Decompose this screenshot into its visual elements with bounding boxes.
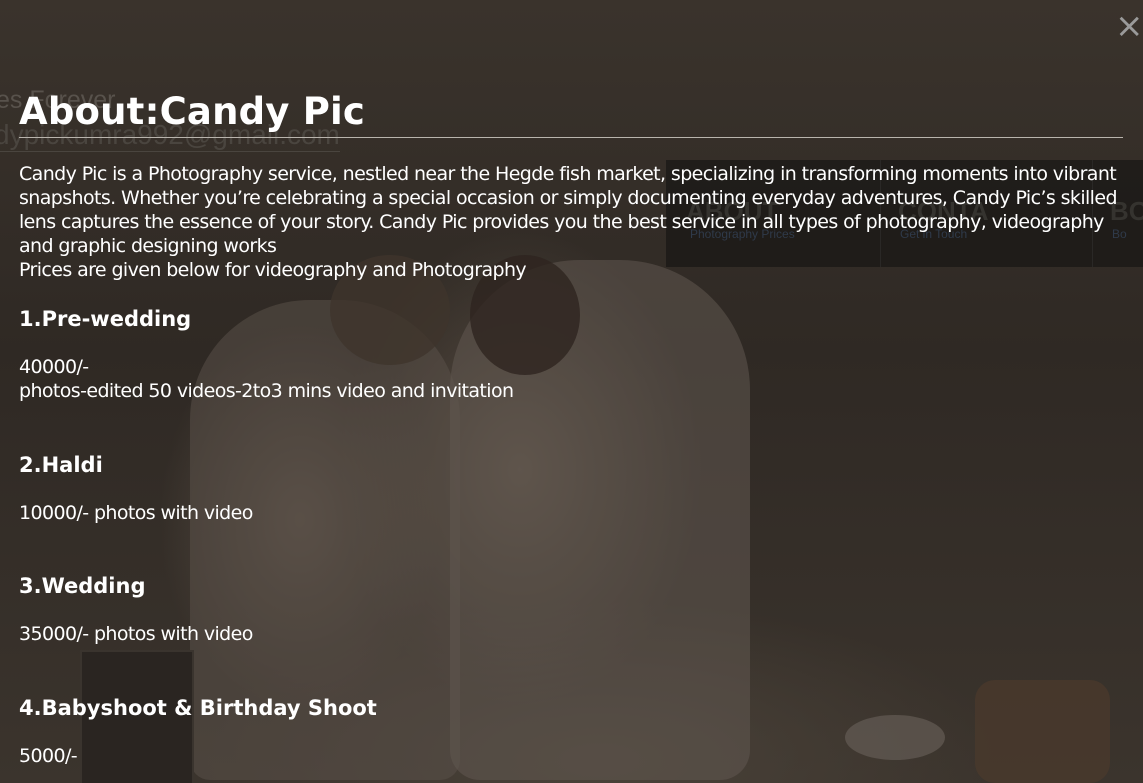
- package-price-prewedding: 40000/-: [19, 356, 89, 378]
- package-title-prewedding: 1.Pre-wedding: [19, 307, 192, 331]
- package-title-haldi: 2.Haldi: [19, 453, 103, 477]
- close-icon[interactable]: ×: [1115, 9, 1143, 43]
- description-prices-note: Prices are given below for videography a…: [19, 259, 527, 281]
- package-price-wedding: 35000/- photos with video: [19, 623, 253, 645]
- package-price-haldi: 10000/- photos with video: [19, 502, 253, 524]
- package-title-babyshoot: 4.Babyshoot & Birthday Shoot: [19, 696, 377, 720]
- about-description: Candy Pic is a Photography service, nest…: [19, 162, 1129, 282]
- package-title-wedding: 3.Wedding: [19, 574, 146, 598]
- package-price-babyshoot: 5000/-: [19, 745, 78, 767]
- package-detail-prewedding: photos-edited 50 videos-2to3 mins video …: [19, 380, 514, 402]
- modal-title: About:Candy Pic: [19, 90, 366, 133]
- title-divider: [19, 137, 1123, 138]
- page: es Forever dypickumra992@gmail.com ABOUT…: [0, 0, 1143, 783]
- about-modal: × About:Candy Pic Candy Pic is a Photogr…: [0, 0, 1143, 783]
- description-text: Candy Pic is a Photography service, nest…: [19, 163, 1118, 257]
